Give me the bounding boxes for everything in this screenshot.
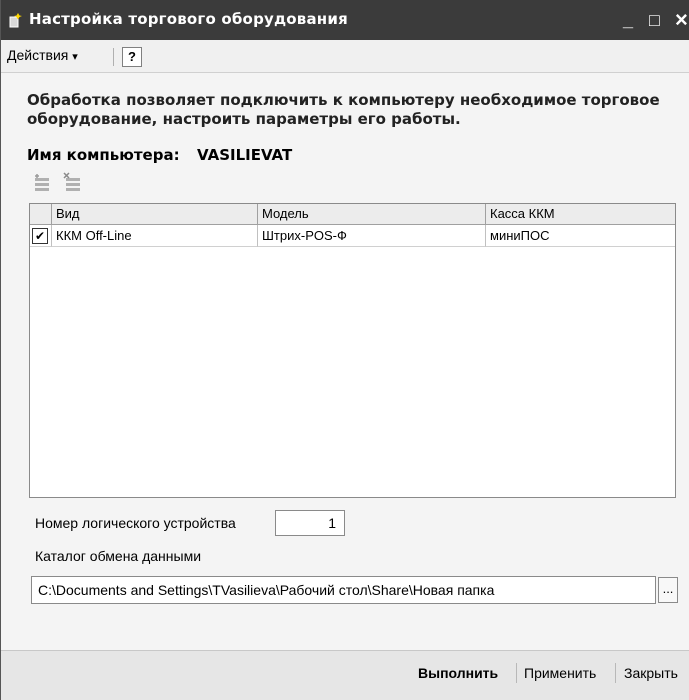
table-header: Вид Модель Касса ККМ [30,204,675,225]
maximize-button[interactable]: □ [649,8,660,32]
actions-menu[interactable]: Действия ▾ [7,47,78,63]
title-bar[interactable]: Настройка торгового оборудования _ □ × [1,0,689,40]
settings-window: Настройка торгового оборудования _ □ × Д… [0,0,689,700]
column-header-kassa[interactable]: Касса ККМ [486,204,675,224]
description-text: Обработка позволяет подключить к компьют… [27,91,660,128]
actions-menu-label: Действия [7,47,69,63]
add-row-icon[interactable] [31,172,53,194]
equipment-table[interactable]: Вид Модель Касса ККМ ✔ ККМ Off-Line Штри… [29,203,676,498]
execute-button[interactable]: Выполнить [418,660,498,686]
menu-divider [113,48,114,66]
close-dialog-button[interactable]: Закрыть [624,660,678,686]
computer-name-label: Имя компьютера: [27,146,180,164]
cell-model[interactable]: Штрих-POS-Ф [258,225,486,247]
close-button[interactable]: × [675,8,688,32]
app-icon [9,13,22,28]
browse-button[interactable]: ... [658,577,678,603]
logical-device-input[interactable]: 1 [275,510,345,536]
minimize-button[interactable]: _ [623,8,633,32]
delete-row-icon[interactable] [61,172,83,194]
menu-bar: Действия ▾ ? [1,40,689,73]
help-button[interactable]: ? [122,47,142,67]
computer-name-value: VASILIEVAT [197,146,293,164]
window-title: Настройка торгового оборудования [29,10,348,28]
row-checkbox[interactable]: ✔ [32,228,48,244]
logical-device-label: Номер логического устройства [35,515,236,531]
column-header-model[interactable]: Модель [258,204,486,224]
button-divider [516,663,517,683]
chevron-down-icon: ▾ [72,51,78,63]
cell-kassa[interactable]: миниПОС [486,225,675,247]
cell-vid[interactable]: ККМ Off-Line [52,225,258,247]
button-divider [615,663,616,683]
exchange-dir-label: Каталог обмена данными [35,548,202,564]
exchange-dir-input[interactable]: C:\Documents and Settings\TVasilieva\Раб… [31,576,656,604]
apply-button[interactable]: Применить [524,660,596,686]
header-check-column [30,204,52,224]
column-header-vid[interactable]: Вид [52,204,258,224]
bottom-button-bar: Выполнить Применить Закрыть [1,651,689,700]
row-check-cell: ✔ [30,225,52,247]
table-row[interactable]: ✔ ККМ Off-Line Штрих-POS-Ф миниПОС [30,225,675,247]
